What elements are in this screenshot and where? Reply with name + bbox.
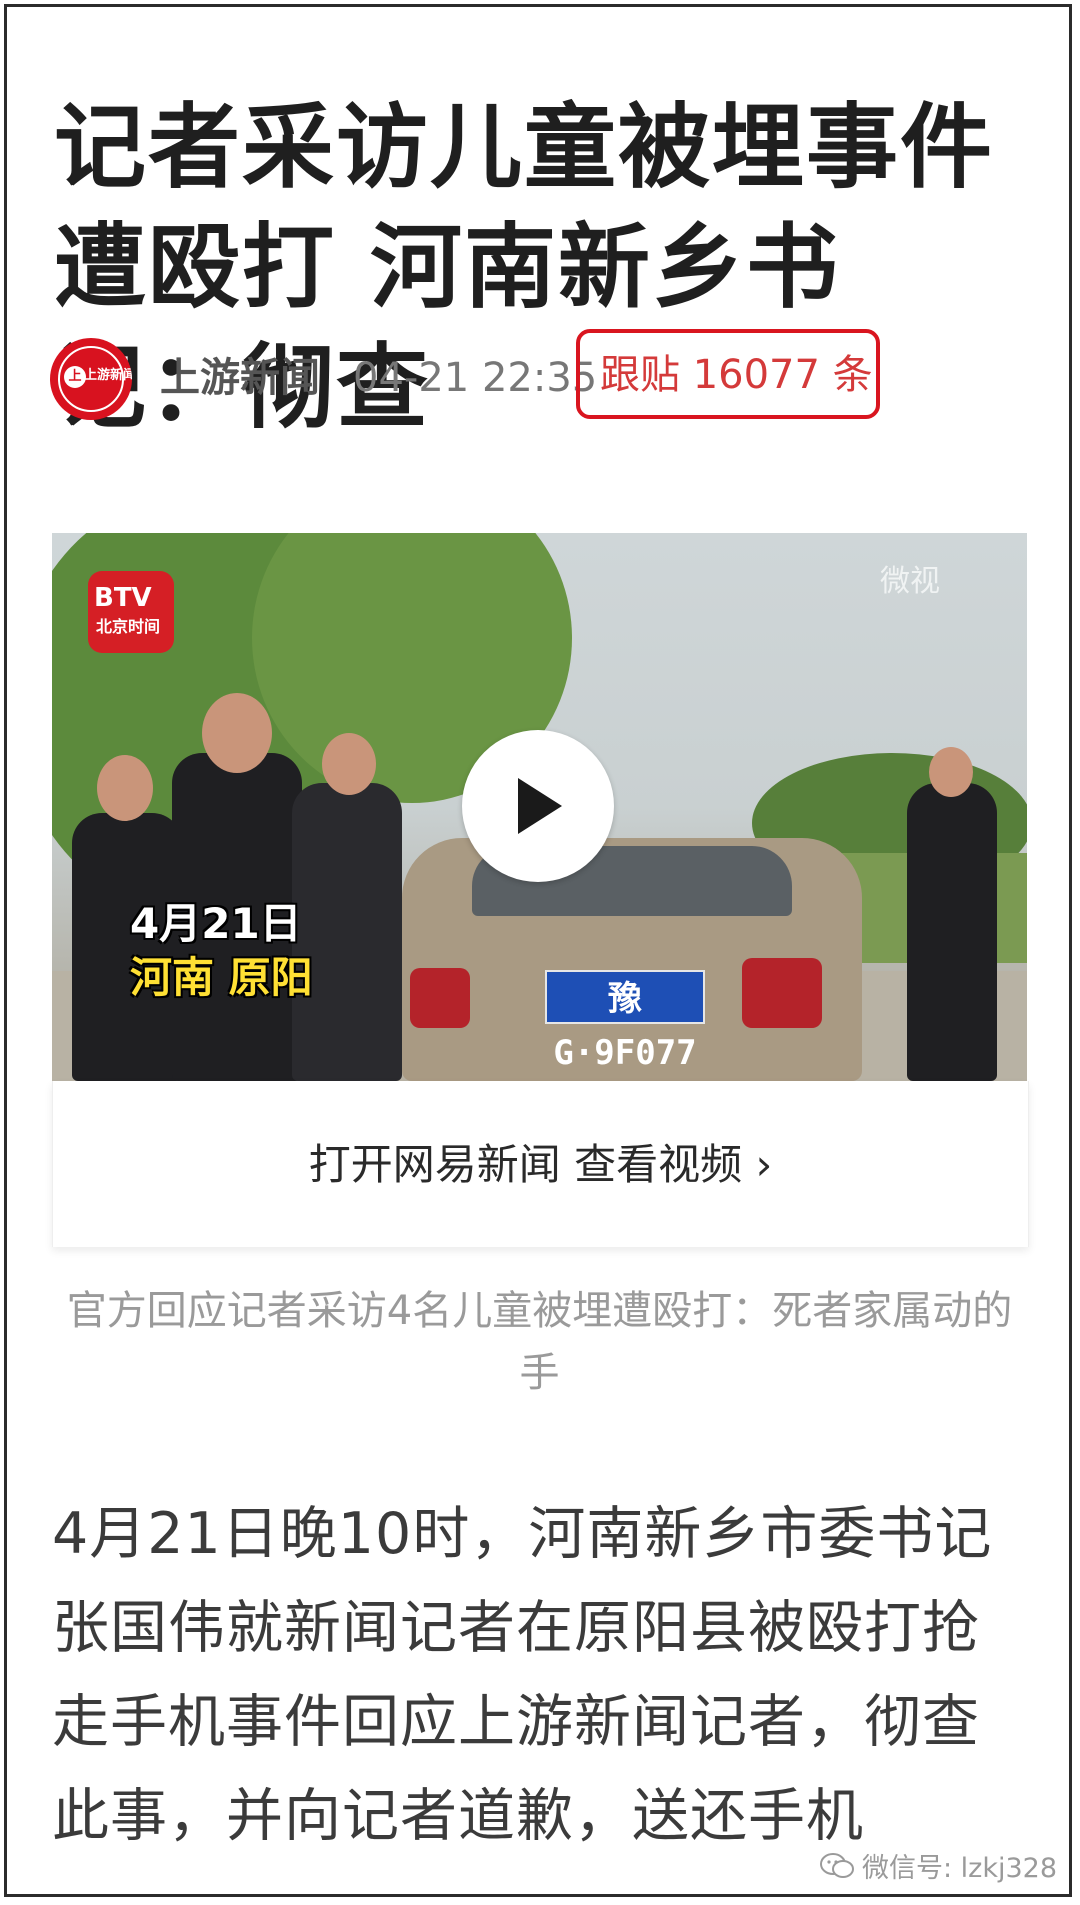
video-caption: 官方回应记者采访4名儿童被埋遭殴打：死者家属动的手 <box>66 1288 1013 1396</box>
video-overlay-date: 4月21日 <box>130 899 302 948</box>
person-head <box>929 747 973 797</box>
play-icon <box>518 778 562 834</box>
btv-logo-subtext: 北京时间 <box>96 617 161 636</box>
comments-count-label: 跟贴 16077 条 <box>600 352 873 398</box>
open-app-video-label: 打开网易新闻 查看视频 › <box>308 1140 773 1189</box>
wechat-id: 微信号: lzkj328 <box>820 1846 1057 1887</box>
wechat-icon <box>820 1852 854 1887</box>
weishi-watermark: 微视 <box>880 564 940 599</box>
car-tail-light <box>410 968 470 1028</box>
comments-count-button[interactable]: 跟贴 16077 条 <box>576 329 880 419</box>
person <box>907 783 997 1081</box>
play-button[interactable] <box>462 730 614 882</box>
car-tail-light <box>742 958 822 1028</box>
btv-logo: BTV 北京时间 <box>88 571 174 653</box>
person <box>292 783 402 1081</box>
video-overlay-location: 河南 原阳 <box>130 953 313 1002</box>
article-body: 4月21日晚10时，河南新乡市委书记张国伟就新闻记者在原阳县被殴打抢走手机事件回… <box>52 1501 993 1849</box>
author-avatar[interactable]: 上 上游新闻 <box>50 338 132 420</box>
btv-logo-text: BTV <box>94 583 152 613</box>
avatar-label: 上游新闻 <box>84 368 132 383</box>
license-plate: 豫G·9F077 <box>545 970 705 1073</box>
open-app-video-button[interactable]: 打开网易新闻 查看视频 › <box>52 1081 1029 1247</box>
person-head <box>97 755 153 821</box>
article-meta: 上 上游新闻 上游新闻 04-21 22:35 跟贴 16077 条 <box>50 329 1050 422</box>
author-name[interactable]: 上游新闻 <box>160 352 320 404</box>
avatar-logo-icon: 上 <box>64 366 86 388</box>
publish-time: 04-21 22:35 <box>353 355 598 401</box>
person-head <box>202 693 272 773</box>
wechat-id-label: 微信号: lzkj328 <box>862 1853 1058 1884</box>
person-head <box>322 733 376 795</box>
